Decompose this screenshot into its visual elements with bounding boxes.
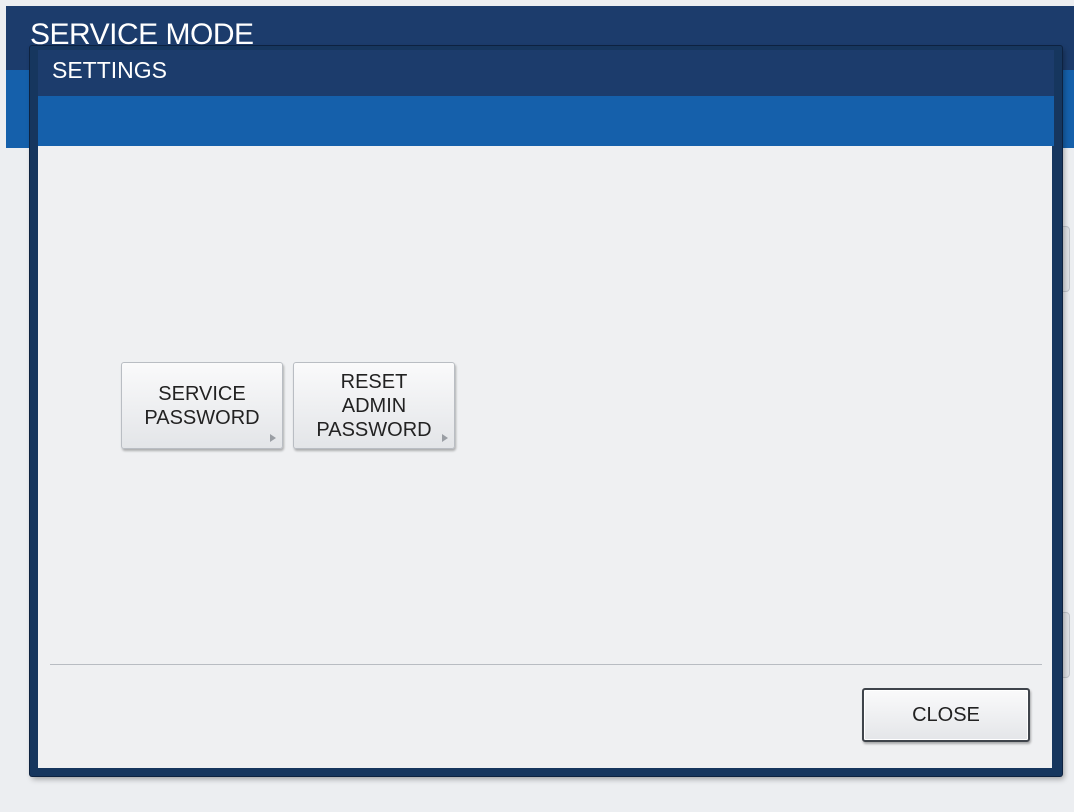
service-password-button[interactable]: SERVICE PASSWORD bbox=[121, 362, 283, 449]
arrow-right-icon bbox=[270, 434, 276, 442]
dialog-body bbox=[38, 146, 1052, 768]
reset-admin-password-label: RESET ADMIN PASSWORD bbox=[316, 370, 432, 441]
dialog-title: SETTINGS bbox=[52, 57, 168, 83]
arrow-right-icon bbox=[442, 434, 448, 442]
service-password-label: SERVICE PASSWORD bbox=[144, 382, 260, 429]
divider bbox=[50, 664, 1042, 665]
reset-admin-password-button[interactable]: RESET ADMIN PASSWORD bbox=[293, 362, 455, 449]
close-button[interactable]: CLOSE bbox=[862, 688, 1030, 742]
dialog-header bbox=[38, 50, 1054, 96]
dialog-header-band bbox=[38, 96, 1054, 146]
